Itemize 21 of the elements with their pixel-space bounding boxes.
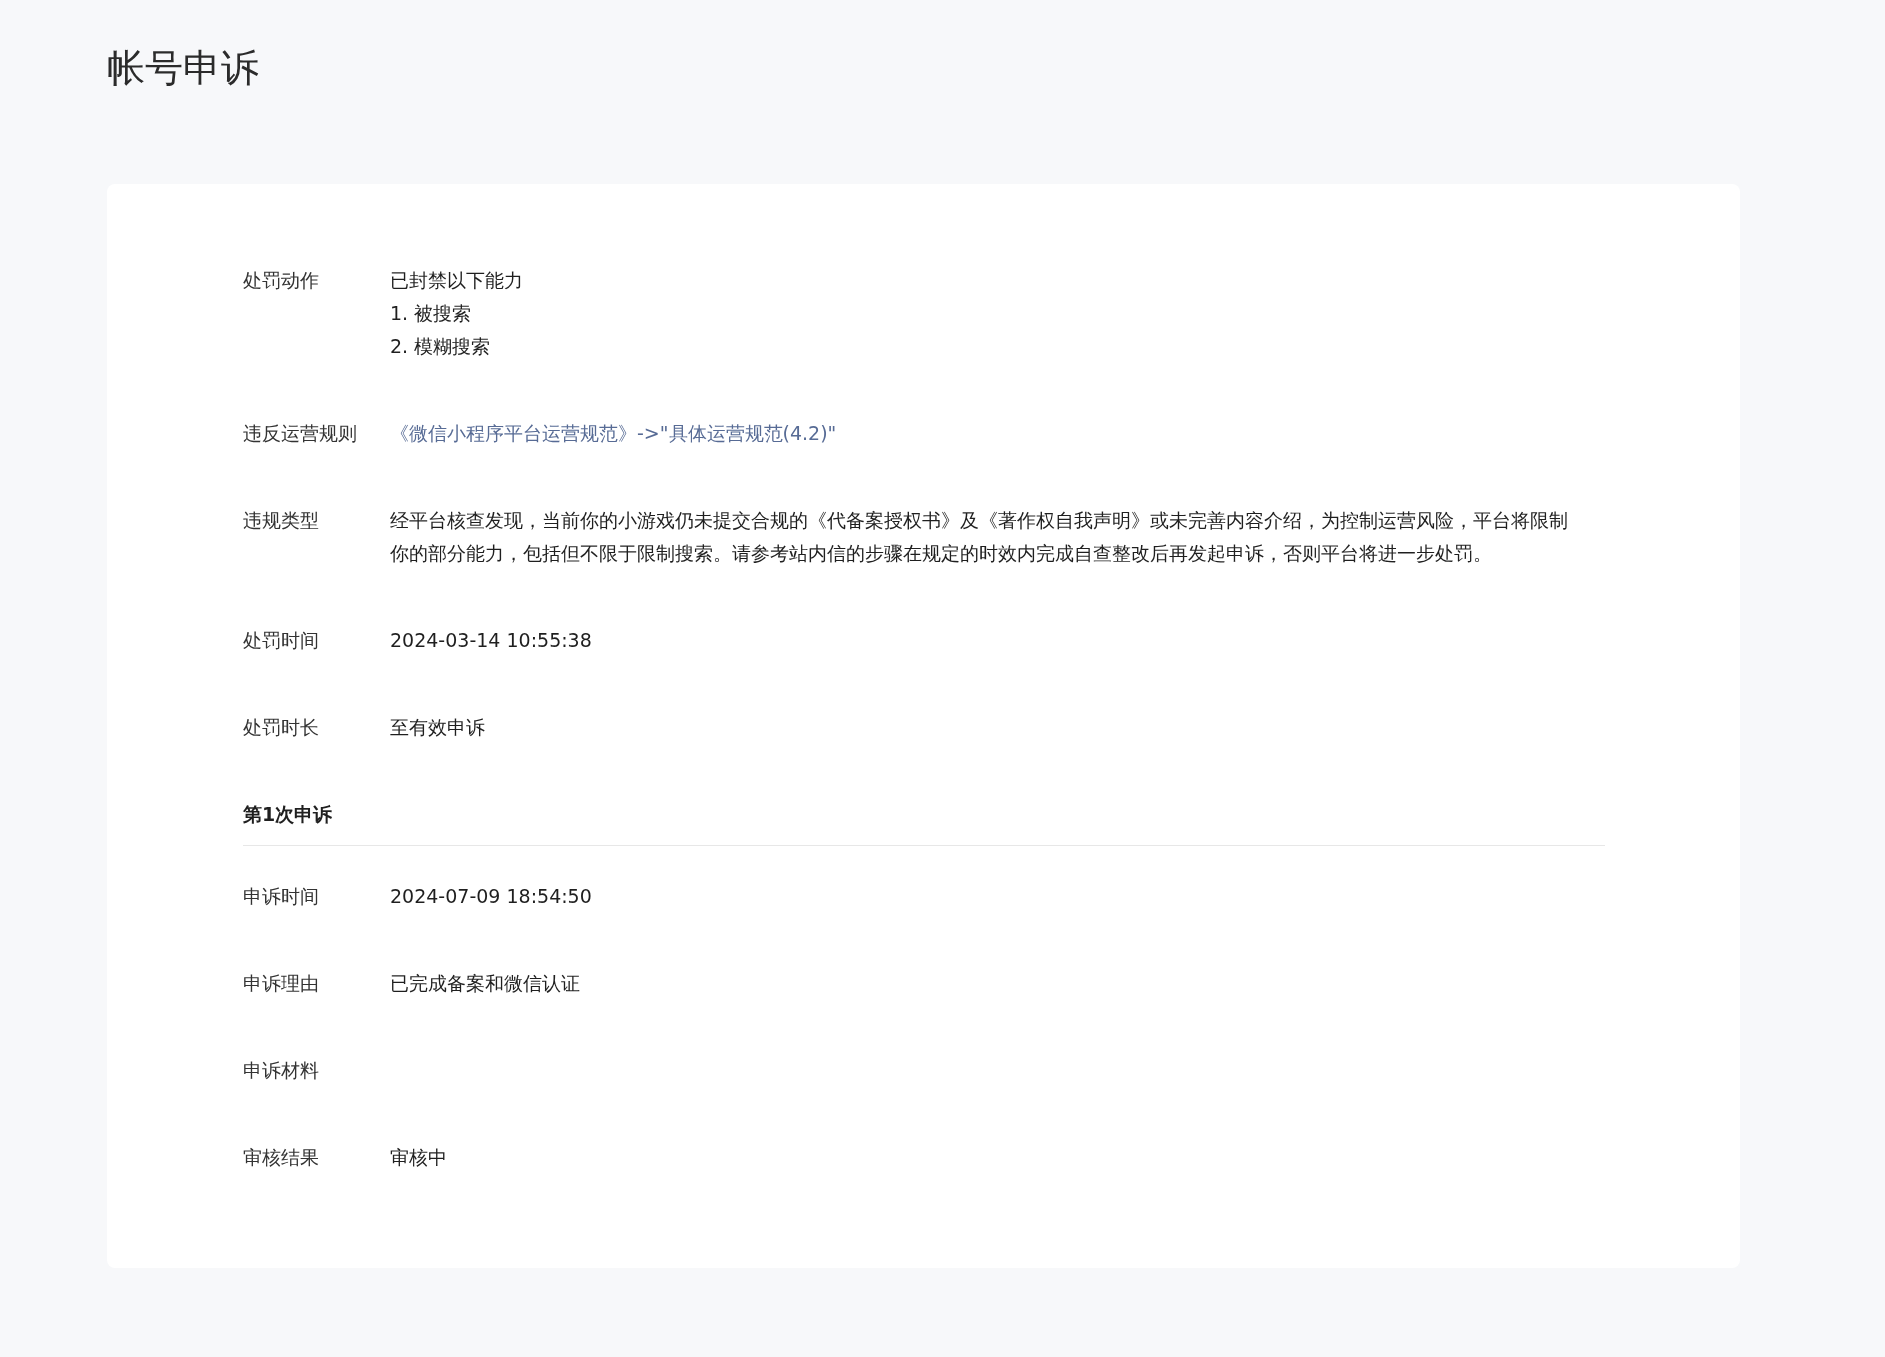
value-text: 2024-07-09 18:54:50 xyxy=(390,884,593,909)
value-text: 已封禁以下能力 xyxy=(390,268,524,293)
field-label: 申诉理由 xyxy=(243,971,320,996)
value-text: 审核中 xyxy=(390,1145,448,1170)
field-label: 违规类型 xyxy=(243,508,320,533)
page-title: 帐号申诉 xyxy=(107,45,260,92)
value-text: 1. 被搜索 xyxy=(390,301,473,326)
value-text: 至有效申诉 xyxy=(390,715,486,740)
field-label: 申诉材料 xyxy=(243,1058,320,1083)
value-text: 已完成备案和微信认证 xyxy=(390,971,581,996)
field-label: 处罚时间 xyxy=(243,628,320,653)
field-label: 审核结果 xyxy=(243,1145,320,1170)
field-label: 申诉时间 xyxy=(243,884,320,909)
rule-link[interactable]: 《微信小程序平台运营规范》->"具体运营规范(4.2)" xyxy=(390,417,837,450)
section-heading: 第1次申诉 xyxy=(243,798,1605,846)
field-label: 违反运营规则 xyxy=(243,421,358,446)
field-label: 处罚时长 xyxy=(243,715,320,740)
field-label: 处罚动作 xyxy=(243,268,320,293)
value-text: 2. 模糊搜索 xyxy=(390,334,492,359)
value-text: 经平台核查发现，当前你的小游戏仍未提交合规的《代备案授权书》及《著作权自我声明》或未完善内容介绍，为控制运营风险，平台将限制你的部分能力，包括但不限于限制搜索。请参考站内信的步骤在规定的时效内完成自查整改后再发起申诉，否则平台将进一步处罚。 xyxy=(390,508,1569,566)
value-text: 2024-03-14 10:55:38 xyxy=(390,628,593,653)
